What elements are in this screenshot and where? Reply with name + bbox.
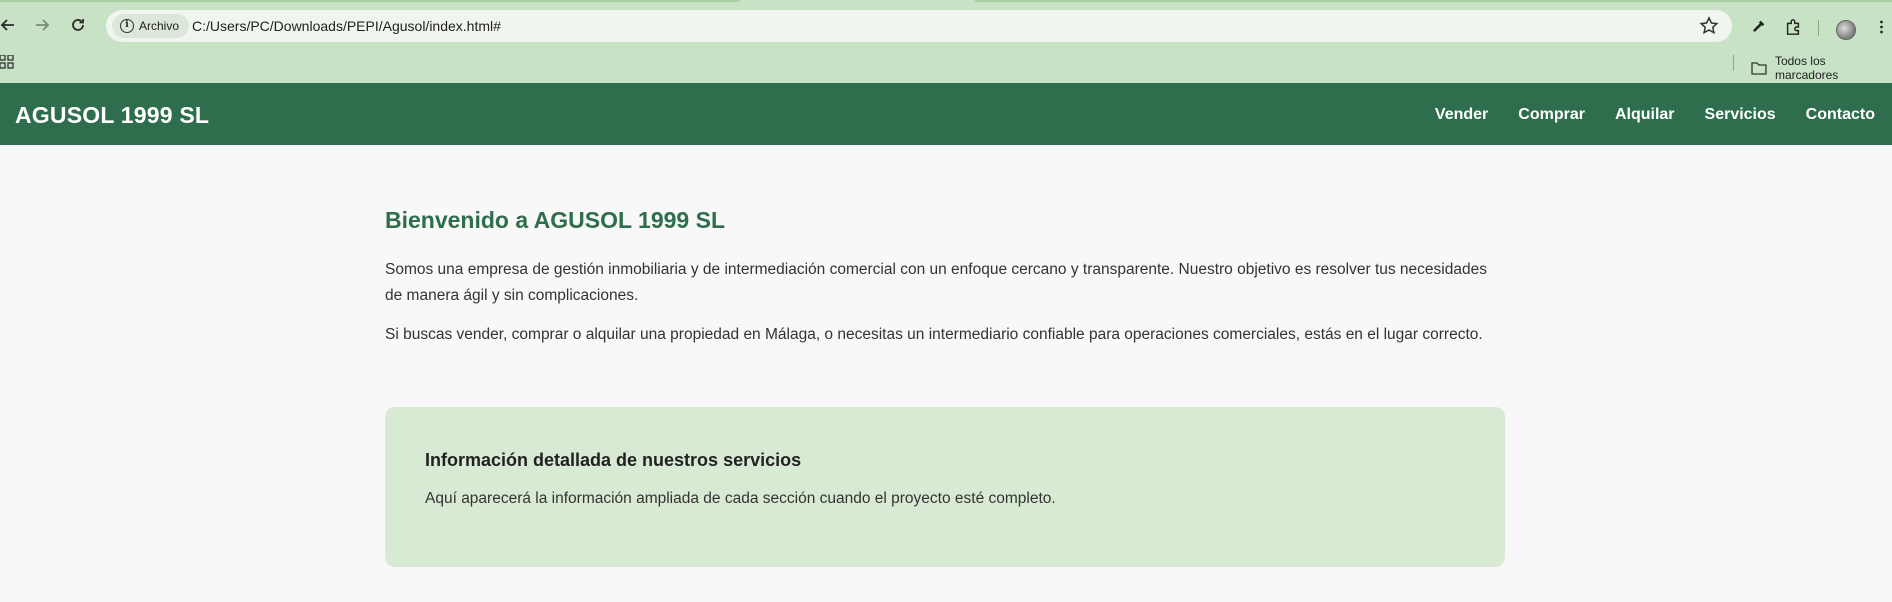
site-header: AGUSOL 1999 SL Vender Comprar Alquilar S… <box>0 83 1892 145</box>
url-text[interactable]: C:/Users/PC/Downloads/PEPI/Agusol/index.… <box>192 18 501 34</box>
address-bar[interactable]: i Archivo C:/Users/PC/Downloads/PEPI/Agu… <box>106 10 1732 42</box>
eyedropper-icon <box>1753 20 1765 32</box>
intro-paragraph: Somos una empresa de gestión inmobiliari… <box>385 261 1487 304</box>
profile-avatar[interactable] <box>1836 20 1856 40</box>
tab-strip <box>0 0 1892 7</box>
nav-link-vender[interactable]: Vender <box>1435 106 1488 124</box>
menu-button[interactable] <box>1868 14 1892 40</box>
bookmarks-separator <box>1733 55 1734 71</box>
welcome-heading: Bienvenido a AGUSOL 1999 SL <box>385 207 725 233</box>
bookmarks-bar: Todos los marcadores <box>0 45 1892 83</box>
back-arrow-icon <box>0 19 14 31</box>
services-info-box: Información detallada de nuestros servic… <box>385 407 1505 567</box>
nav-link-servicios[interactable]: Servicios <box>1705 106 1776 124</box>
location-paragraph: Si buscas vender, comprar o alquilar una… <box>385 326 1483 343</box>
nav-link-contacto[interactable]: Contacto <box>1806 106 1875 124</box>
apps-grid-icon[interactable] <box>0 55 14 69</box>
browser-chrome: i Archivo C:/Users/PC/Downloads/PEPI/Agu… <box>0 0 1892 83</box>
brand-logo-text[interactable]: AGUSOL 1999 SL <box>15 102 209 129</box>
back-button[interactable] <box>0 11 22 39</box>
nav-link-comprar[interactable]: Comprar <box>1518 106 1585 124</box>
info-box-text: Aquí aparecerá la información ampliada d… <box>425 490 1056 507</box>
main-nav: Vender Comprar Alquilar Servicios Contac… <box>1435 106 1875 124</box>
kebab-menu-icon <box>1879 20 1883 34</box>
browser-toolbar: i Archivo C:/Users/PC/Downloads/PEPI/Agu… <box>0 7 1892 45</box>
eyedropper-extension-button[interactable] <box>1745 14 1771 40</box>
tab-edge-left <box>0 0 740 2</box>
all-bookmarks-folder[interactable]: Todos los marcadores <box>1751 54 1892 82</box>
info-box-title: Información detallada de nuestros servic… <box>425 450 802 470</box>
reload-icon <box>72 19 84 31</box>
folder-icon <box>1751 62 1767 75</box>
forward-button[interactable] <box>28 11 56 39</box>
site-info-chip[interactable]: i Archivo <box>112 14 190 38</box>
forward-arrow-icon <box>36 19 50 31</box>
info-icon: i <box>120 19 134 33</box>
tab-edge-right <box>975 0 1892 2</box>
bookmark-star-icon[interactable] <box>1698 15 1720 37</box>
all-bookmarks-label: Todos los marcadores <box>1774 54 1839 82</box>
reload-button[interactable] <box>64 11 92 39</box>
extensions-button[interactable] <box>1780 14 1806 40</box>
nav-link-alquilar[interactable]: Alquilar <box>1615 106 1675 124</box>
puzzle-icon <box>1786 19 1800 35</box>
site-chip-label: Archivo <box>139 19 180 33</box>
toolbar-separator <box>1818 20 1819 36</box>
